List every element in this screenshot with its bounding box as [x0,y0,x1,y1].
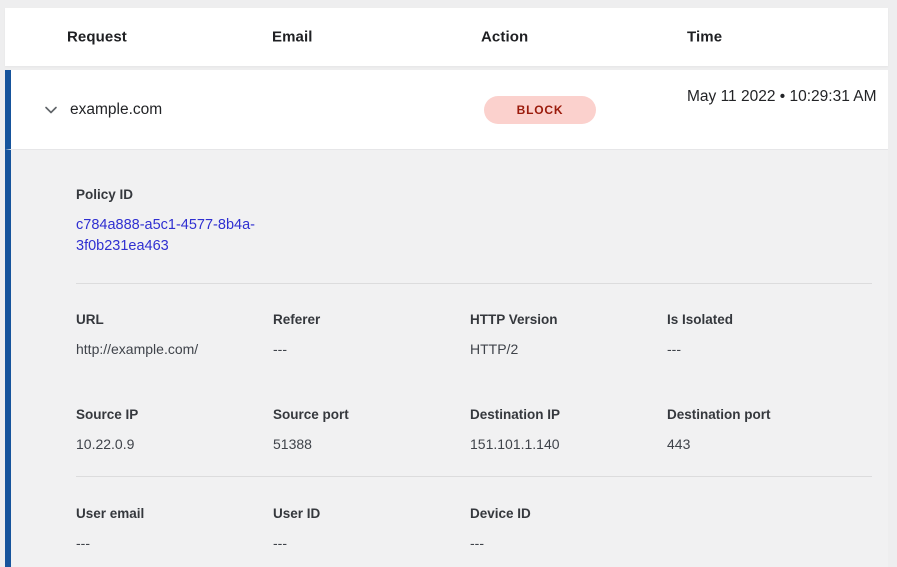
policy-id-label: Policy ID [76,186,872,204]
log-detail-page: Request Email Action Time example.com BL… [0,8,897,567]
field-value: 151.101.1.140 [470,435,667,453]
row-request-value: example.com [70,101,162,119]
field-source-ip: Source IP 10.22.0.9 [76,406,273,453]
column-header-request: Request [67,29,127,46]
row-detail-panel: Policy ID c784a888-a5c1-4577-8b4a-3f0b23… [5,150,888,567]
field-referer: Referer --- [273,311,470,358]
field-label: Source port [273,406,470,424]
field-user-id: User ID --- [273,505,470,552]
field-user-email: User email --- [76,505,273,552]
detail-fields-row-3: User email --- User ID --- Device ID --- [76,505,872,552]
field-label: Source IP [76,406,273,424]
field-destination-ip: Destination IP 151.101.1.140 [470,406,667,453]
row-time-value: May 11 2022 • 10:29:31 AM [687,85,883,109]
section-divider [76,476,872,477]
field-label: User email [76,505,273,523]
field-label: Device ID [470,505,667,523]
field-value: 10.22.0.9 [76,435,273,453]
field-label: Is Isolated [667,311,864,329]
field-label: User ID [273,505,470,523]
field-value: --- [273,340,470,358]
column-header-time: Time [687,29,722,46]
field-value: --- [273,534,470,552]
field-label: URL [76,311,273,329]
field-value: HTTP/2 [470,340,667,358]
policy-id-field: Policy ID c784a888-a5c1-4577-8b4a-3f0b23… [76,186,872,257]
field-destination-port: Destination port 443 [667,406,864,453]
field-label: Destination IP [470,406,667,424]
field-value: 443 [667,435,864,453]
field-device-id: Device ID --- [470,505,667,552]
status-badge-block: BLOCK [484,96,596,124]
field-value: --- [470,534,667,552]
field-value: 51388 [273,435,470,453]
field-is-isolated: Is Isolated --- [667,311,864,358]
field-value: http://example.com/ [76,340,273,358]
table-row[interactable]: example.com BLOCK May 11 2022 • 10:29:31… [5,70,888,150]
section-divider [76,283,872,284]
chevron-down-icon[interactable] [42,101,60,119]
field-label: HTTP Version [470,311,667,329]
policy-id-link[interactable]: c784a888-a5c1-4577-8b4a-3f0b231ea463 [76,215,281,257]
field-label: Referer [273,311,470,329]
field-value: --- [76,534,273,552]
column-header-email: Email [272,29,313,46]
column-header-action: Action [481,29,528,46]
field-source-port: Source port 51388 [273,406,470,453]
field-value: --- [667,340,864,358]
field-label: Destination port [667,406,864,424]
detail-fields-row-2: Source IP 10.22.0.9 Source port 51388 De… [76,406,872,453]
detail-fields-row-1: URL http://example.com/ Referer --- HTTP… [76,311,872,358]
field-url: URL http://example.com/ [76,311,273,358]
table-header: Request Email Action Time [5,8,888,66]
field-http-version: HTTP Version HTTP/2 [470,311,667,358]
